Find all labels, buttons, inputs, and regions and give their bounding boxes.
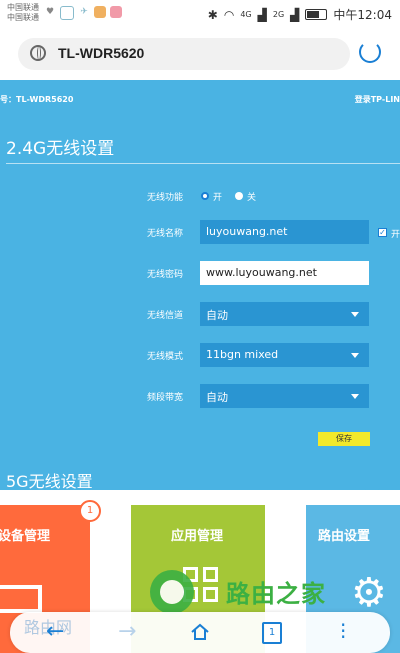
radio-off[interactable] — [235, 192, 243, 200]
tabs-icon[interactable]: 1 — [262, 622, 282, 644]
battery-icon — [305, 9, 328, 20]
clock: 中午12:04 — [333, 8, 392, 22]
carrier-1: 中国联通 — [7, 3, 39, 12]
wireless-channel-select[interactable]: 自动 — [200, 302, 369, 326]
carrier-info: 中国联通 中国联通 — [7, 3, 39, 23]
wireless-function-label: 无线功能 — [147, 193, 184, 203]
section-title-24g: 2.4G无线设置 — [6, 139, 115, 159]
gear-icon: ⚙ — [351, 570, 387, 616]
globe-icon — [30, 45, 46, 61]
laptop-icon — [0, 585, 42, 613]
signal-icon-1: ▟ — [257, 7, 267, 22]
wireless-name-input[interactable]: luyouwang.net — [200, 220, 369, 244]
watermark-logo-icon — [150, 570, 194, 614]
radio-on-label: 开 — [213, 193, 223, 203]
chevron-down-icon — [351, 312, 359, 317]
url-field[interactable]: TL-WDR5620 — [18, 38, 350, 70]
bird-icon: ✈ — [80, 7, 88, 17]
browser-bottom-bar: 路由网 ← → 1 · · · — [10, 612, 390, 653]
carrier-2: 中国联通 — [7, 13, 39, 22]
reload-icon[interactable] — [359, 41, 381, 63]
home-icon[interactable] — [190, 622, 210, 642]
wireless-channel-value: 自动 — [206, 309, 228, 322]
wireless-channel-label: 无线信道 — [147, 311, 184, 321]
login-link[interactable]: 登录TP-LIN — [355, 94, 400, 105]
shield-icon — [60, 6, 74, 20]
wireless-password-input[interactable]: www.luyouwang.net — [200, 261, 369, 285]
tile-title: 设备管理 — [0, 529, 51, 544]
bandwidth-value: 自动 — [206, 391, 228, 404]
bluetooth-icon: ✱ — [207, 7, 218, 22]
signal-icon-2: ▟ — [290, 7, 300, 22]
mail-icon — [110, 6, 122, 18]
network-2g: 2G — [272, 10, 285, 19]
radio-off-label: 关 — [247, 193, 257, 203]
notification-icons: ♥ ✈ — [44, 6, 122, 20]
url-text: TL-WDR5620 — [58, 45, 145, 61]
watermark-text: 路由之家 — [226, 580, 326, 608]
wireless-mode-select[interactable]: 11bgn mixed — [200, 343, 369, 367]
bandwidth-label: 频段带宽 — [147, 393, 184, 403]
wireless-mode-label: 无线模式 — [147, 352, 184, 362]
section-title-5g: 5G无线设置 — [6, 472, 93, 491]
hide-ssid-checkbox[interactable]: ✓ — [378, 228, 387, 237]
router-settings-panel: 号：TL-WDR5620 登录TP-LIN 2.4G无线设置 无线功能 开 关 … — [0, 80, 400, 491]
more-options-icon[interactable]: · · · — [340, 615, 346, 647]
back-icon[interactable]: ← — [46, 620, 64, 644]
notification-badge: 1 — [79, 500, 101, 522]
hide-ssid-label: 开 — [391, 230, 400, 240]
browser-address-bar: TL-WDR5620 — [0, 28, 400, 80]
bandwidth-select[interactable]: 自动 — [200, 384, 369, 408]
system-status: ✱ ◠ 4G ▟ 2G ▟ 中午12:04 — [208, 6, 392, 23]
watermark: 路由之家 — [150, 568, 350, 616]
wireless-mode-value: 11bgn mixed — [206, 348, 279, 361]
radio-on[interactable] — [201, 192, 209, 200]
section-divider — [6, 163, 400, 164]
app-icon — [94, 6, 106, 18]
model-label: 号：TL-WDR5620 — [0, 95, 74, 104]
tile-title: 应用管理 — [171, 529, 224, 544]
heart-icon: ♥ — [45, 7, 55, 17]
forward-icon[interactable]: → — [118, 620, 136, 644]
chevron-down-icon — [351, 394, 359, 399]
tile-title: 路由设置 — [318, 529, 371, 544]
wifi-icon: ◠ — [223, 7, 235, 22]
save-button[interactable]: 保存 — [318, 432, 370, 446]
wireless-name-label: 无线名称 — [147, 229, 184, 239]
network-4g: 4G — [240, 10, 252, 19]
wireless-password-label: 无线密码 — [147, 270, 184, 280]
status-bar: 中国联通 中国联通 ♥ ✈ ✱ ◠ 4G ▟ 2G ▟ 中午12:04 — [0, 0, 400, 28]
chevron-down-icon — [351, 353, 359, 358]
